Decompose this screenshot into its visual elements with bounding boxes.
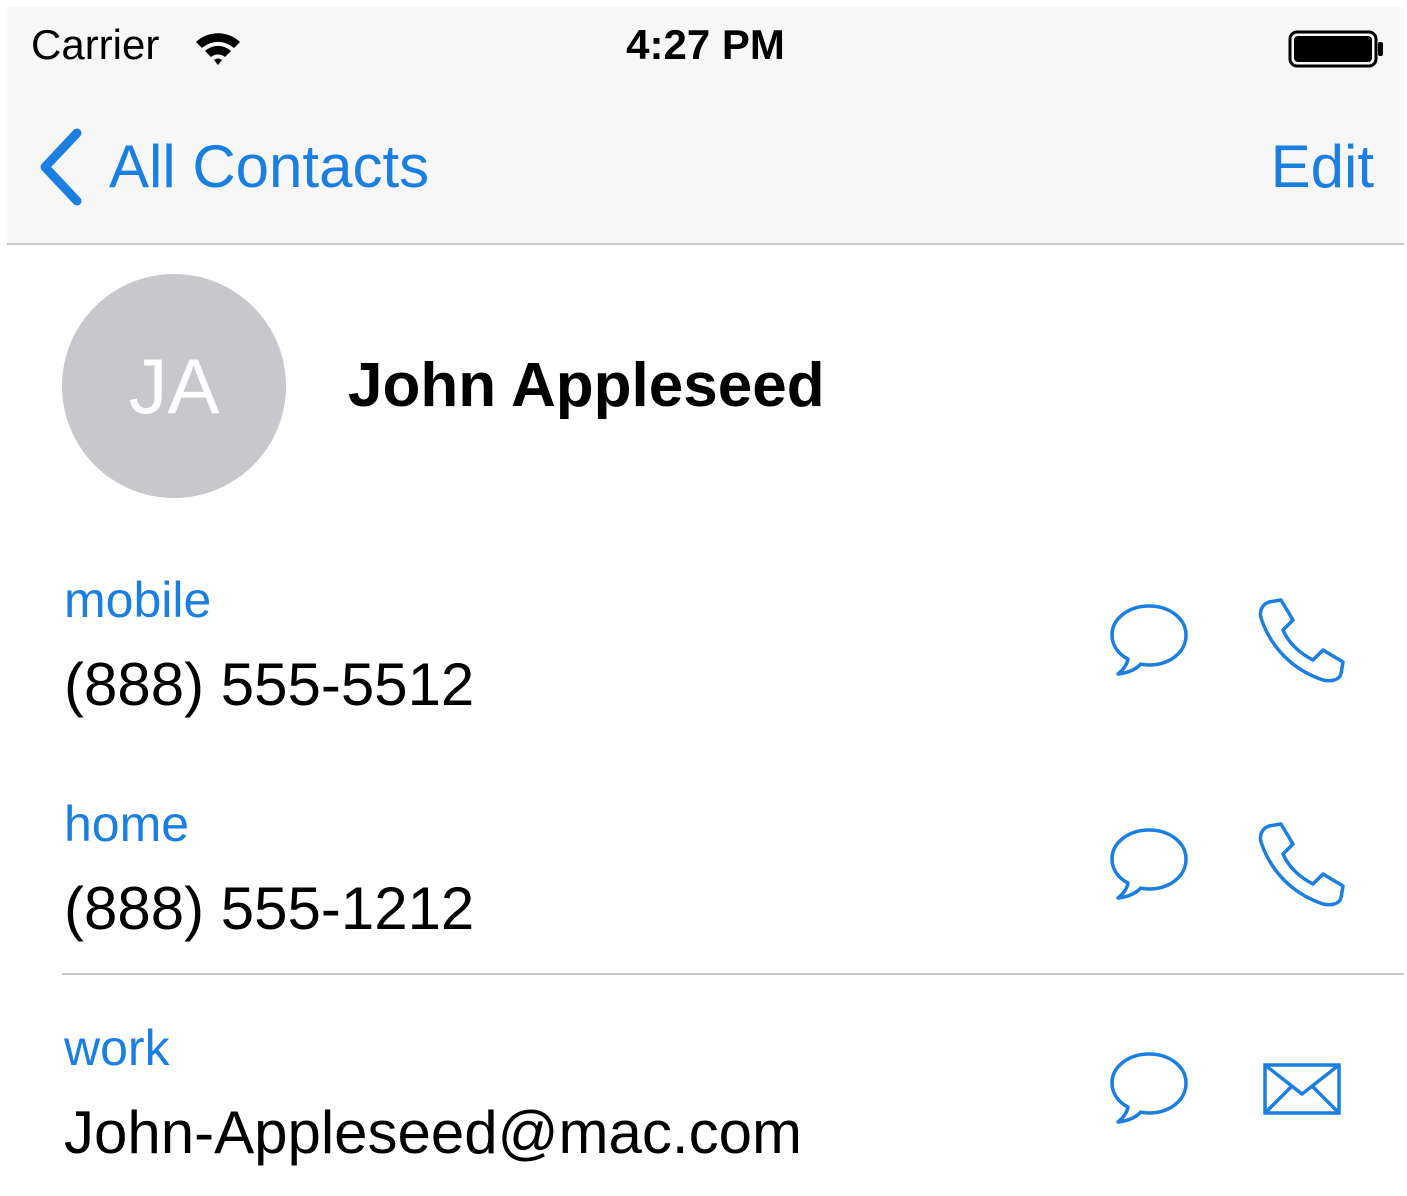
- back-button[interactable]: All Contacts: [35, 127, 429, 207]
- battery-icon: [1288, 29, 1386, 74]
- field-label: mobile: [64, 572, 212, 628]
- field-row-home[interactable]: home (888) 555-1212: [0, 794, 1407, 994]
- phone-icon[interactable]: [1255, 596, 1347, 689]
- edit-button[interactable]: Edit: [1271, 127, 1374, 207]
- chevron-left-icon: [40, 128, 82, 206]
- contact-name: John Appleseed: [348, 351, 825, 420]
- field-value[interactable]: (888) 555-5512: [64, 650, 474, 720]
- avatar-initials: JA: [128, 342, 220, 430]
- message-icon[interactable]: [1108, 602, 1190, 683]
- section-separator: [62, 973, 1404, 975]
- field-row-work[interactable]: work John-Appleseed@mac.com: [0, 1018, 1407, 1196]
- field-row-mobile[interactable]: mobile (888) 555-5512: [0, 570, 1407, 770]
- mail-icon[interactable]: [1262, 1062, 1342, 1121]
- phone-icon[interactable]: [1255, 820, 1347, 913]
- contact-detail-screen: Carrier 4:27 PM All Contacts Edit JA Joh…: [0, 0, 1407, 1196]
- status-time: 4:27 PM: [626, 21, 785, 68]
- navigation-bar: Carrier 4:27 PM All Contacts Edit: [7, 7, 1404, 245]
- avatar: JA: [62, 274, 286, 498]
- message-icon[interactable]: [1108, 1050, 1190, 1131]
- field-label: home: [64, 796, 190, 852]
- back-button-label: All Contacts: [109, 133, 430, 200]
- field-value[interactable]: (888) 555-1212: [64, 874, 474, 944]
- field-label: work: [64, 1020, 170, 1076]
- message-icon[interactable]: [1108, 826, 1190, 907]
- field-value[interactable]: John-Appleseed@mac.com: [64, 1098, 802, 1168]
